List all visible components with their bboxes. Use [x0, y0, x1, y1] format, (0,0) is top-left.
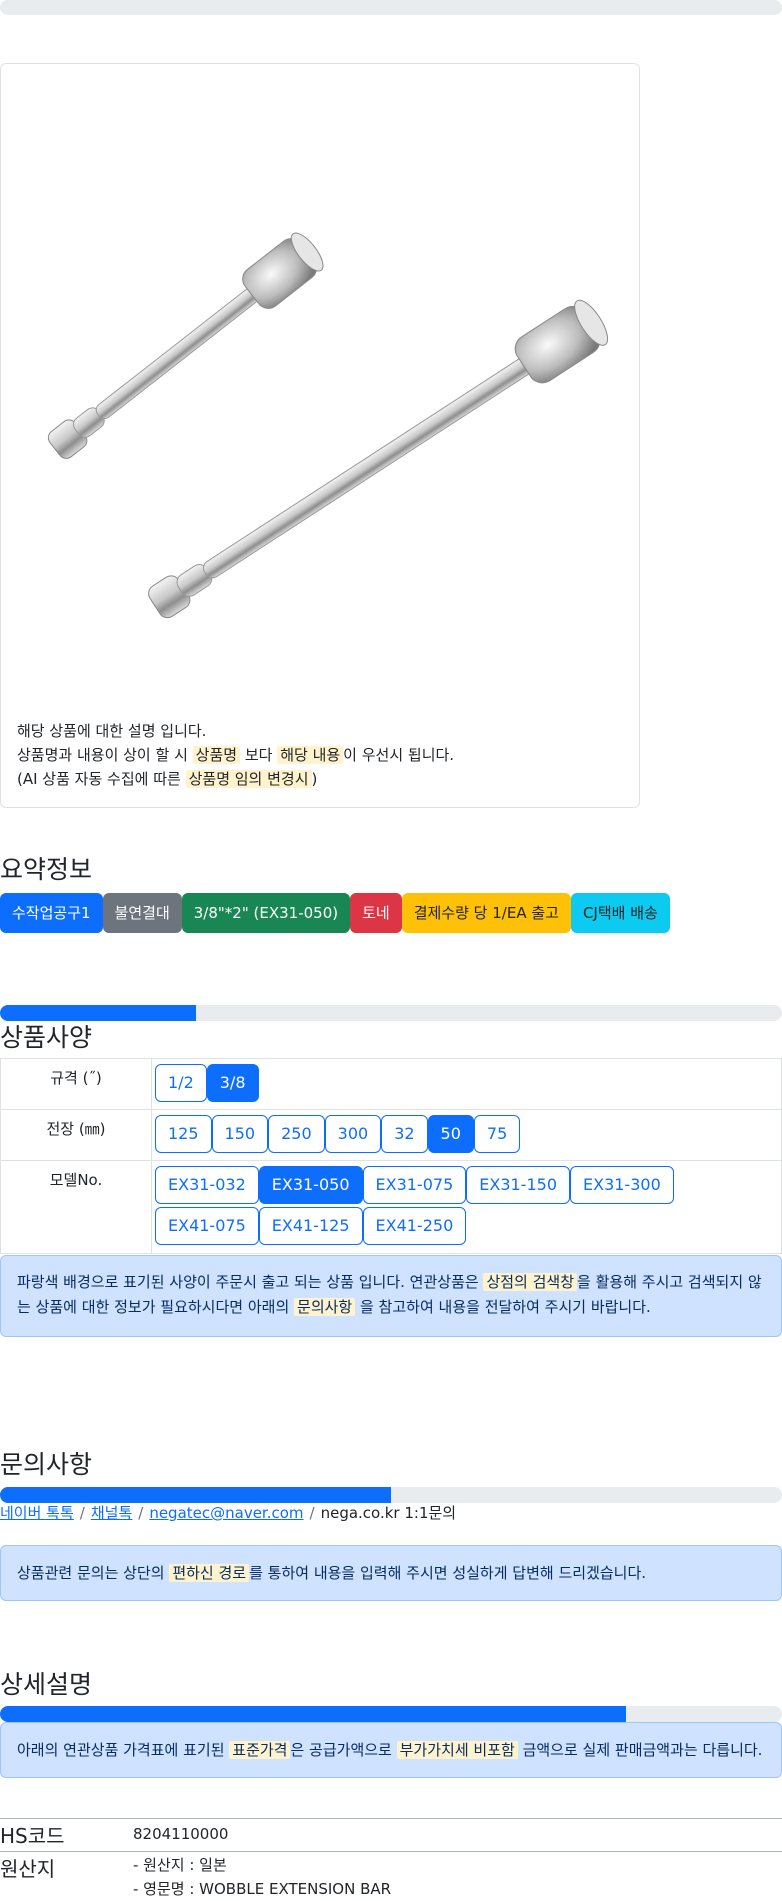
option-ex31-050[interactable]: EX31-050 [258, 1166, 363, 1204]
highlight-product-name: 상품명 [192, 746, 241, 764]
inquiry-notice: 상품관련 문의는 상단의 편하신 경로 를 통하여 내용을 입력해 주시면 성실하… [0, 1545, 782, 1601]
option-ex31-032[interactable]: EX31-032 [155, 1166, 259, 1204]
description-line-3: (AI 상품 자동 수집에 따른 상품명 임의 변경시) [17, 767, 454, 791]
option-3-8[interactable]: 3/8 [206, 1064, 259, 1102]
origin-row: 원산지 - 원산지 : 일본 - 영문명 : WOBBLE EXTENSION … [0, 1851, 782, 1901]
hs-code-value: 8204110000 [133, 1825, 229, 1843]
option-ex41-125[interactable]: EX41-125 [258, 1207, 363, 1245]
inquiry-progress [0, 1487, 782, 1503]
badge-category: 수작업공구1 [0, 893, 103, 933]
origin-label: 원산지 [0, 1857, 56, 1881]
spec-options: 125 150 250 300 32 50 75 [151, 1109, 782, 1161]
spec-row-size: 규격 (˝) 1/2 3/8 [0, 1058, 782, 1110]
description-line-2: 상품명과 내용이 상이 할 시 상품명 보다 해당 내용 이 우선시 됩니다. [17, 743, 454, 767]
specs-table: 규격 (˝) 1/2 3/8 전장 (㎜) 125 150 250 300 32… [0, 1058, 782, 1254]
text: ) [311, 770, 318, 788]
text: 상품관련 문의는 상단의 [17, 1564, 170, 1582]
highlight-inquiry: 문의사항 [294, 1298, 356, 1316]
badge-delivery: CJ택배 배송 [570, 893, 670, 933]
badge-type: 불연결대 [102, 893, 182, 933]
spec-row-length: 전장 (㎜) 125 150 250 300 32 50 75 [0, 1109, 782, 1161]
origin-value: - 원산지 : 일본 - 영문명 : WOBBLE EXTENSION BAR [133, 1853, 391, 1901]
highlight-content: 해당 내용 [277, 746, 344, 764]
option-150[interactable]: 150 [211, 1115, 269, 1153]
product-description: 해당 상품에 대한 설명 입니다. 상품명과 내용이 상이 할 시 상품명 보다… [17, 719, 454, 791]
separator: / [309, 1504, 315, 1522]
option-125[interactable]: 125 [155, 1115, 212, 1153]
detail-notice: 아래의 연관상품 가격표에 표기된 표준가격 은 공급가액으로 부가가치세 비포함… [0, 1722, 782, 1778]
text: 상품명과 내용이 상이 할 시 [17, 746, 193, 764]
link-channel-talk[interactable]: 채널톡 [91, 1504, 132, 1522]
highlight-name-change: 상품명 임의 변경시 [185, 770, 312, 788]
text: (AI 상품 자동 수집에 따른 [17, 770, 186, 788]
product-card: 해당 상품에 대한 설명 입니다. 상품명과 내용이 상이 할 시 상품명 보다… [0, 63, 640, 808]
product-image [47, 232, 609, 619]
option-ex31-150[interactable]: EX31-150 [466, 1166, 570, 1204]
summary-title: 요약정보 [0, 855, 93, 884]
hs-code-row: HS코드 8204110000 [0, 1818, 782, 1852]
inquiry-title: 문의사항 [0, 1450, 93, 1479]
highlight-standard-price: 표준가격 [229, 1741, 291, 1759]
detail-progress-fill [0, 1706, 626, 1722]
separator: / [138, 1504, 144, 1522]
specs-progress [0, 1005, 782, 1021]
one-to-one-inquiry: nega.co.kr 1:1문의 [320, 1504, 457, 1522]
option-ex41-075[interactable]: EX41-075 [155, 1207, 259, 1245]
origin-english-name: - 영문명 : WOBBLE EXTENSION BAR [133, 1880, 392, 1898]
highlight-search: 상점의 검색창 [483, 1273, 578, 1291]
option-ex31-300[interactable]: EX31-300 [570, 1166, 674, 1204]
spec-options: 1/2 3/8 [151, 1058, 782, 1110]
option-75[interactable]: 75 [473, 1115, 521, 1153]
option-32[interactable]: 32 [381, 1115, 428, 1153]
text: 은 공급가액으로 [290, 1741, 397, 1759]
option-50[interactable]: 50 [427, 1115, 474, 1153]
spec-label: 모델No. [0, 1160, 152, 1254]
inquiry-channels: 네이버 톡톡 / 채널톡 / negatec@naver.com / nega.co.kr … [0, 1502, 456, 1523]
option-300[interactable]: 300 [324, 1115, 382, 1153]
option-ex31-075[interactable]: EX31-075 [362, 1166, 467, 1204]
text: 를 통하여 내용을 입력해 주시면 성실하게 답변해 드리겠습니다. [249, 1564, 647, 1582]
text: 아래의 연관상품 가격표에 표기된 [17, 1741, 230, 1759]
text: 파랑색 배경으로 표기된 사양이 주문시 출고 되는 상품 입니다. 연관상품은 [17, 1273, 484, 1291]
specs-title: 상품사양 [0, 1023, 93, 1052]
separator: / [79, 1504, 85, 1522]
detail-progress [0, 1706, 782, 1722]
description-line-1: 해당 상품에 대한 설명 입니다. [17, 722, 207, 740]
link-naver-talktalk[interactable]: 네이버 톡톡 [0, 1504, 74, 1522]
spec-options: EX31-032 EX31-050 EX31-075 EX31-150 EX31… [151, 1160, 782, 1254]
hs-code-label: HS코드 [0, 1824, 65, 1848]
option-250[interactable]: 250 [268, 1115, 325, 1153]
summary-badges: 수작업공구1 불연결대 3/8"*2" (EX31-050) 토네 결제수량 당… [0, 893, 670, 933]
badge-brand: 토네 [350, 893, 402, 933]
origin-country: - 원산지 : 일본 [133, 1856, 227, 1874]
text: 금액으로 실제 판매금액과는 다릅니다. [517, 1741, 763, 1759]
option-ex41-250[interactable]: EX41-250 [362, 1207, 467, 1245]
badge-shipping-qty: 결제수량 당 1/EA 출고 [401, 893, 571, 933]
spec-row-model: 모델No. EX31-032 EX31-050 EX31-075 EX31-15… [0, 1160, 782, 1254]
option-1-2[interactable]: 1/2 [155, 1064, 207, 1102]
badge-model: 3/8"*2" (EX31-050) [181, 893, 351, 933]
text: 보다 [240, 746, 278, 764]
spec-label: 규격 (˝) [0, 1058, 152, 1110]
detail-title: 상세설명 [0, 1670, 93, 1699]
top-progress-track [0, 0, 782, 15]
spec-label: 전장 (㎜) [0, 1109, 152, 1161]
link-email[interactable]: negatec@naver.com [149, 1504, 303, 1522]
highlight-vat: 부가가치세 비포함 [396, 1741, 518, 1759]
text: 을 참고하여 내용을 전달하여 주시기 바랍니다. [355, 1298, 651, 1316]
text: 이 우선시 됩니다. [343, 746, 455, 764]
highlight-route: 편하신 경로 [169, 1564, 250, 1582]
specs-notice: 파랑색 배경으로 표기된 사양이 주문시 출고 되는 상품 입니다. 연관상품은… [0, 1255, 782, 1337]
inquiry-progress-fill [0, 1487, 391, 1503]
